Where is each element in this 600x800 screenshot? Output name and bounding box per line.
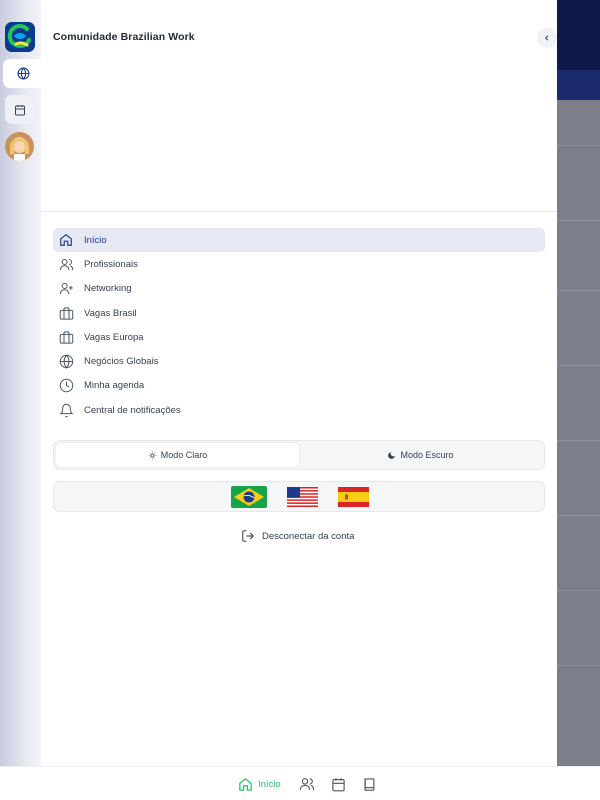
- theme-light-button[interactable]: Modo Claro: [56, 443, 299, 467]
- nav-label: Central de notificações: [84, 404, 181, 416]
- bottom-nav-calendar[interactable]: [331, 776, 346, 792]
- chevron-left-icon: [544, 35, 549, 41]
- nav-item-vagas-europa[interactable]: Vagas Europa: [53, 325, 545, 349]
- nav-label: Início: [84, 234, 107, 246]
- briefcase-icon: [58, 329, 74, 345]
- theme-toggle: Modo Claro Modo Escuro: [53, 440, 545, 470]
- logout-button[interactable]: Desconectar da conta: [241, 527, 354, 545]
- nav-item-profissionais[interactable]: Profissionais: [53, 252, 545, 276]
- nav-item-vagas-brasil[interactable]: Vagas Brasil: [53, 301, 545, 325]
- nav-item-inicio[interactable]: Início: [53, 228, 545, 253]
- rail-globe-button[interactable]: [3, 59, 43, 88]
- users-icon: [58, 256, 74, 272]
- home-icon: [58, 232, 74, 248]
- nav-label: Vagas Brasil: [84, 307, 137, 319]
- drawer-header: Comunidade Brazilian Work: [41, 0, 557, 212]
- background-overlay[interactable]: [556, 0, 600, 766]
- language-selector: [53, 481, 545, 512]
- bottom-nav: Início: [0, 766, 600, 800]
- nav-label: Networking: [84, 283, 132, 295]
- logout-label: Desconectar da conta: [262, 530, 355, 542]
- nav-item-minha-agenda[interactable]: Minha agenda: [53, 374, 545, 398]
- nav-label: Minha agenda: [84, 380, 145, 392]
- bottom-nav-book[interactable]: [362, 776, 377, 792]
- globe-icon: [58, 354, 74, 370]
- clock-icon: [58, 378, 74, 394]
- nav-item-central-notificacoes[interactable]: Central de notificações: [53, 398, 545, 422]
- left-rail: [0, 0, 43, 766]
- calendar-icon: [14, 104, 25, 115]
- bell-icon: [58, 402, 74, 418]
- globe-icon: [17, 67, 29, 80]
- app-logo[interactable]: [5, 22, 35, 52]
- nav-label: Vagas Europa: [84, 331, 144, 343]
- moon-icon: [388, 451, 396, 459]
- nav-label: Profissionais: [84, 258, 138, 270]
- flag-spain-icon[interactable]: [338, 487, 369, 507]
- theme-light-label: Modo Claro: [160, 450, 208, 460]
- home-icon: [239, 777, 252, 791]
- briefcase-icon: [58, 305, 74, 321]
- flag-usa-icon[interactable]: [287, 487, 318, 507]
- logout-icon: [242, 530, 254, 542]
- theme-dark-button[interactable]: Modo Escuro: [299, 443, 542, 467]
- bottom-nav-people[interactable]: [299, 776, 315, 792]
- theme-dark-label: Modo Escuro: [400, 450, 454, 460]
- users-icon: [299, 778, 315, 791]
- main-nav: Início Profissionais Networking Vagas Br…: [53, 228, 545, 422]
- app-title: Comunidade Brazilian Work: [53, 31, 195, 43]
- nav-item-negocios-globais[interactable]: Negócios Globais: [53, 349, 545, 373]
- calendar-icon: [332, 777, 345, 791]
- sun-icon: [148, 451, 156, 459]
- bottom-nav-home[interactable]: Início: [238, 776, 281, 792]
- user-plus-icon: [58, 281, 74, 297]
- rail-calendar-button[interactable]: [5, 95, 34, 124]
- collapse-drawer-button[interactable]: [537, 28, 557, 48]
- navigation-drawer: Comunidade Brazilian Work Início Profiss…: [41, 0, 557, 766]
- nav-item-networking[interactable]: Networking: [53, 277, 545, 301]
- flag-brazil-icon[interactable]: [231, 486, 267, 508]
- book-icon: [364, 777, 375, 791]
- nav-label: Negócios Globais: [84, 356, 159, 368]
- avatar[interactable]: [5, 132, 34, 161]
- bottom-nav-home-label: Início: [258, 778, 281, 790]
